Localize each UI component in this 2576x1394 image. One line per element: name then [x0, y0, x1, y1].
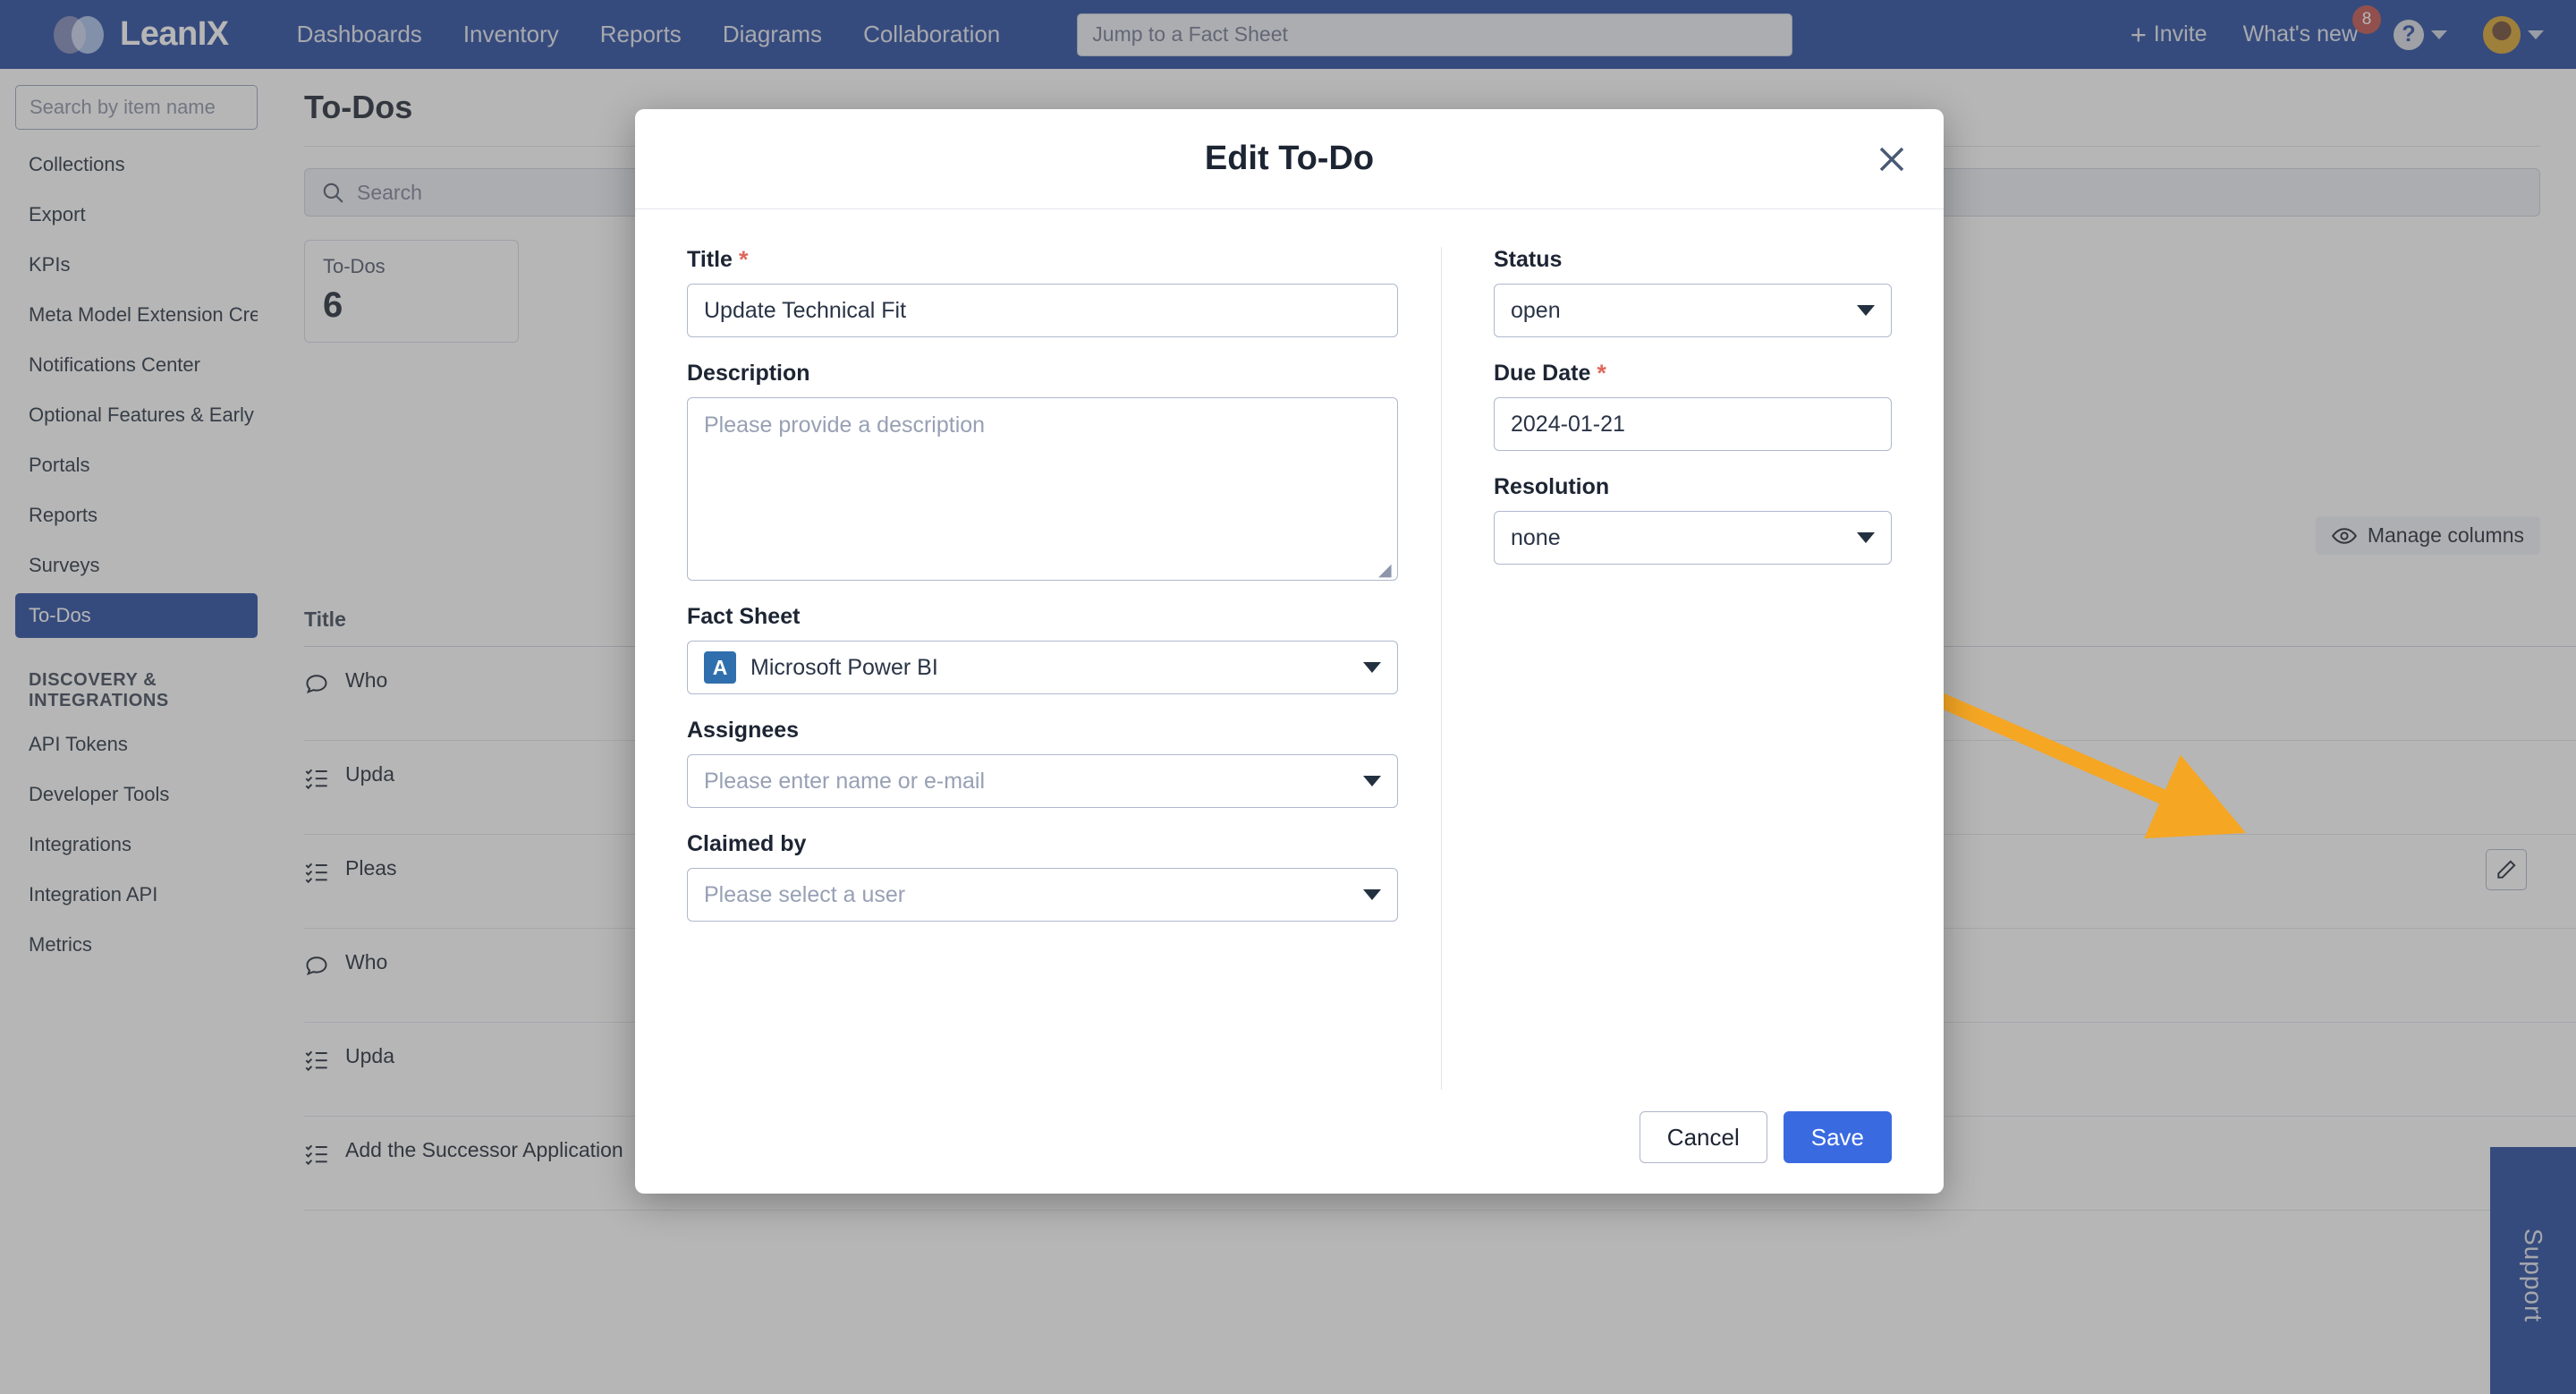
- fact-sheet-label: Fact Sheet: [687, 604, 801, 629]
- resolution-label: Resolution: [1494, 474, 1610, 499]
- modal-left-column: Title * Update Technical Fit Description…: [687, 247, 1441, 1111]
- title-label-text: Title: [687, 247, 733, 272]
- description-textarea[interactable]: Please provide a description ◢: [687, 397, 1398, 581]
- edit-todo-modal: Edit To-Do Title * Update Technical Fit …: [635, 109, 1944, 1194]
- required-asterisk: *: [738, 246, 749, 273]
- description-label: Description: [687, 361, 810, 386]
- chevron-down-icon: [1363, 776, 1381, 786]
- cancel-button[interactable]: Cancel: [1639, 1111, 1767, 1163]
- claimed-by-select[interactable]: Please select a user: [687, 868, 1398, 922]
- due-date-label: Due Date *: [1494, 361, 1892, 387]
- chevron-down-icon: [1857, 305, 1875, 316]
- chevron-down-icon: [1363, 662, 1381, 673]
- close-icon[interactable]: [1872, 140, 1911, 179]
- modal-title: Edit To-Do: [1204, 140, 1375, 177]
- assignees-label: Assignees: [687, 718, 800, 743]
- modal-body: Title * Update Technical Fit Description…: [635, 209, 1944, 1111]
- status-select[interactable]: open: [1494, 284, 1892, 337]
- title-label: Title *: [687, 247, 1398, 273]
- modal-right-column: Status open Due Date * 2024-01-21 Resolu…: [1442, 247, 1892, 1111]
- field-resolution: Resolution none: [1494, 474, 1892, 565]
- resize-grip-icon[interactable]: ◢: [1378, 562, 1393, 579]
- due-date-input[interactable]: 2024-01-21: [1494, 397, 1892, 451]
- field-claimed-by: Claimed by Please select a user: [687, 831, 1398, 922]
- status-label: Status: [1494, 247, 1563, 272]
- field-description: Description Please provide a description…: [687, 361, 1398, 581]
- status-value: open: [1511, 297, 1561, 323]
- field-status: Status open: [1494, 247, 1892, 337]
- field-title: Title * Update Technical Fit: [687, 247, 1398, 337]
- assignees-select[interactable]: Please enter name or e-mail: [687, 754, 1398, 808]
- fact-sheet-type-badge: A: [704, 651, 736, 684]
- resolution-select[interactable]: none: [1494, 511, 1892, 565]
- fact-sheet-select[interactable]: A Microsoft Power BI: [687, 641, 1398, 694]
- resolution-value: none: [1511, 524, 1561, 550]
- required-asterisk: *: [1597, 360, 1606, 387]
- claimed-by-label: Claimed by: [687, 831, 807, 856]
- assignees-placeholder: Please enter name or e-mail: [704, 768, 986, 794]
- claimed-by-placeholder: Please select a user: [704, 881, 906, 907]
- chevron-down-icon: [1857, 532, 1875, 543]
- save-button[interactable]: Save: [1783, 1111, 1892, 1163]
- annotation-arrow: [1919, 685, 2247, 839]
- chevron-down-icon: [1363, 889, 1381, 900]
- modal-header: Edit To-Do: [635, 109, 1944, 209]
- title-input[interactable]: Update Technical Fit: [687, 284, 1398, 337]
- field-fact-sheet: Fact Sheet A Microsoft Power BI: [687, 604, 1398, 694]
- field-due-date: Due Date * 2024-01-21: [1494, 361, 1892, 451]
- field-assignees: Assignees Please enter name or e-mail: [687, 718, 1398, 808]
- description-placeholder: Please provide a description: [704, 412, 986, 438]
- due-date-label-text: Due Date: [1494, 361, 1591, 386]
- modal-footer: Cancel Save: [635, 1111, 1944, 1194]
- fact-sheet-value: Microsoft Power BI: [750, 654, 938, 680]
